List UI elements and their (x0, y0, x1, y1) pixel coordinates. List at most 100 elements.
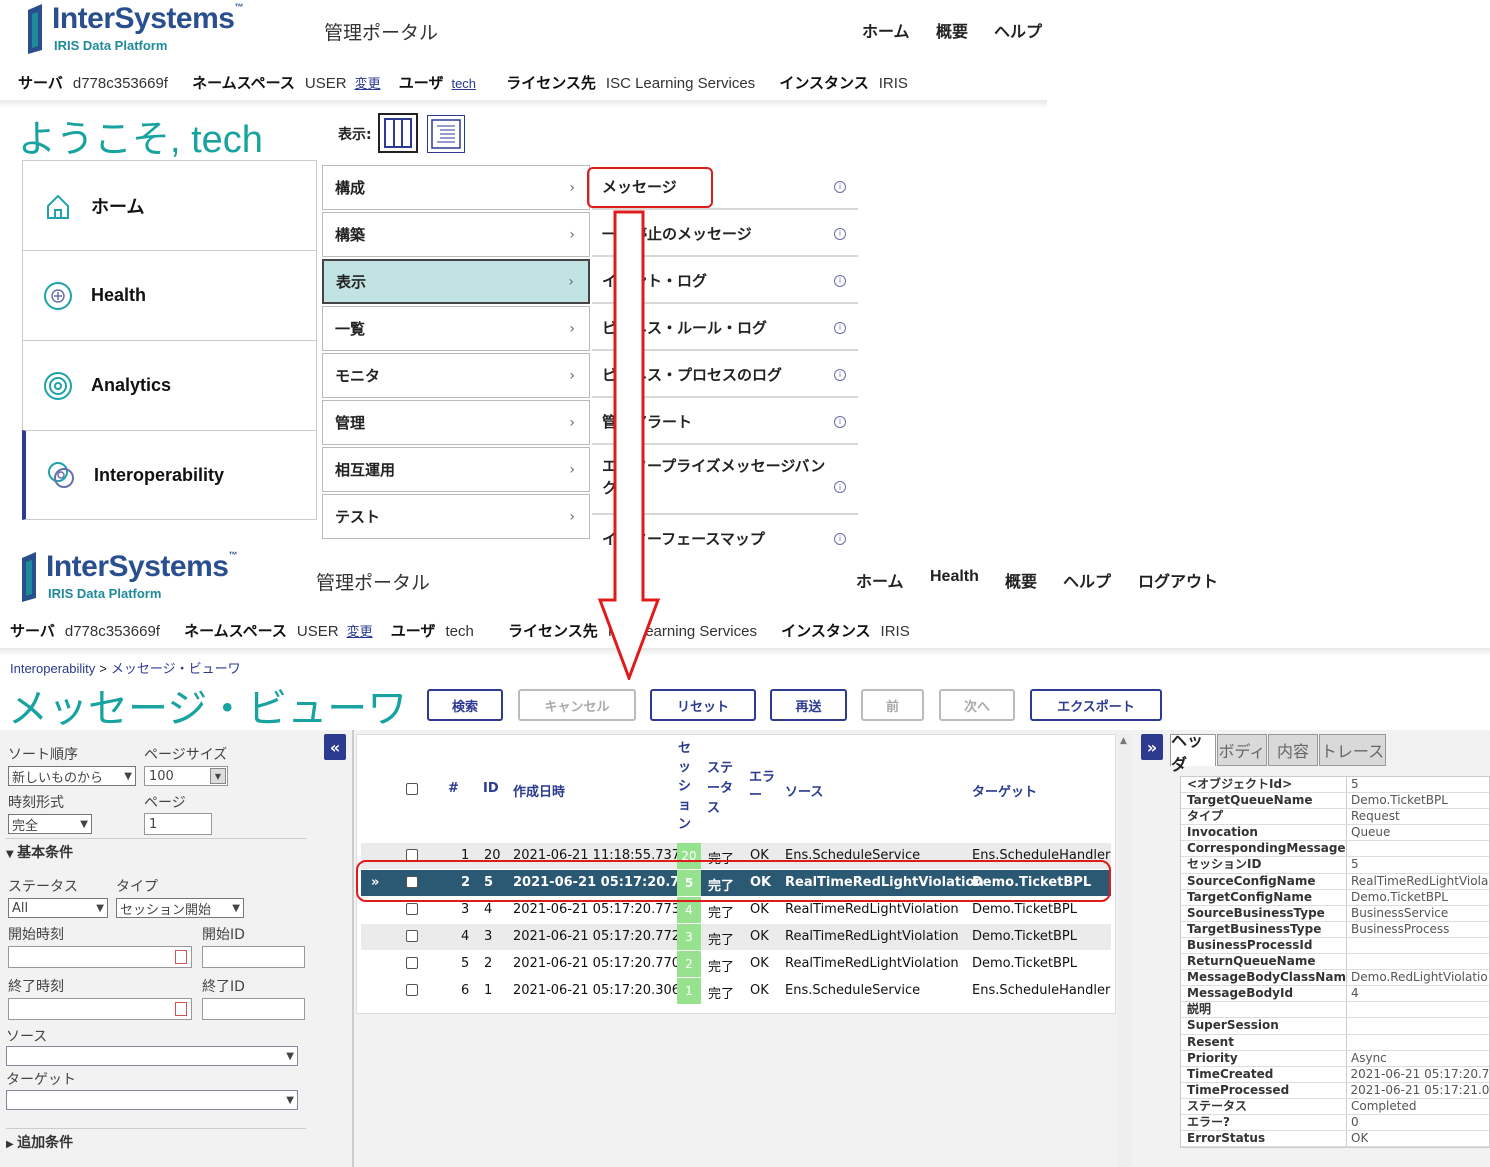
nav-overview[interactable]: 概要 (936, 18, 968, 42)
info-icon[interactable]: i (834, 532, 846, 545)
col-status[interactable]: ステータス (707, 759, 735, 819)
source-select[interactable]: ▼ (6, 1046, 298, 1066)
panel-splitter[interactable] (352, 730, 354, 1167)
basic-criteria-toggle[interactable]: ▼ 基本条件 (6, 842, 73, 862)
time-format-select[interactable]: 完全 ▼ (8, 814, 92, 834)
collapse-filter-button[interactable]: « (324, 734, 346, 760)
dropdown-arrow-icon[interactable]: ▼ (210, 768, 226, 784)
menu-interoperability[interactable]: Interoperability (22, 430, 317, 520)
cell-id: 1 (484, 983, 493, 998)
col-id[interactable]: ID (483, 781, 499, 796)
cell-session[interactable]: 2 (677, 951, 701, 977)
menu-home[interactable]: ホーム (22, 160, 317, 250)
submenu-interop[interactable]: 相互運用 › (322, 447, 590, 492)
tab-trace[interactable]: トレース (1319, 734, 1386, 766)
target-select[interactable]: ▼ (6, 1090, 298, 1110)
next-button[interactable]: 次へ (939, 689, 1015, 721)
reset-button[interactable]: リセット (650, 689, 756, 721)
breadcrumb-root[interactable]: Interoperability (10, 661, 95, 676)
page-input[interactable]: 1 (144, 813, 212, 835)
col-error[interactable]: エラー (749, 769, 777, 805)
menu-health[interactable]: Health (22, 250, 317, 340)
submenu-configure[interactable]: 構成 › (322, 165, 590, 210)
cancel-button[interactable]: キャンセル (518, 689, 636, 721)
intersystems-logo[interactable]: InterSystems™ IRIS Data Platform (16, 550, 256, 606)
nav-overview[interactable]: 概要 (1005, 568, 1037, 592)
view-label: 表示: (338, 127, 372, 143)
info-icon[interactable]: i (834, 274, 846, 287)
col-created[interactable]: 作成日時 (513, 781, 565, 800)
submenu-manage[interactable]: 管理 › (322, 400, 590, 445)
select-all-checkbox[interactable] (406, 783, 418, 795)
col-session[interactable]: セッション (678, 739, 692, 834)
status-select[interactable]: All ▼ (8, 898, 108, 918)
calendar-icon[interactable] (175, 1002, 187, 1016)
submenu-list[interactable]: 一覧 › (322, 306, 590, 351)
change-namespace-link[interactable]: 変更 (347, 624, 373, 639)
export-button[interactable]: エクスポート (1030, 689, 1162, 721)
col-num[interactable]: # (448, 781, 459, 796)
start-time-input[interactable] (8, 946, 192, 968)
menu-analytics-label: Analytics (91, 375, 172, 395)
cell-error: OK (750, 956, 769, 971)
nav-help[interactable]: ヘルプ (994, 18, 1042, 42)
submenu-view[interactable]: 表示 › (322, 259, 590, 304)
results-scrollbar[interactable]: ▲ (1118, 734, 1132, 1167)
cell-target: Demo.TicketBPL (972, 902, 1077, 917)
info-icon[interactable]: i (834, 415, 846, 428)
cell-session[interactable]: 1 (677, 978, 701, 1004)
info-icon[interactable]: i (834, 321, 846, 334)
cell-session[interactable]: 3 (677, 924, 701, 950)
nav-help[interactable]: ヘルプ (1063, 568, 1111, 592)
row-checkbox[interactable] (406, 930, 418, 942)
time-format-value: 完全 (12, 818, 39, 834)
extra-criteria-toggle[interactable]: ▶ 追加条件 (6, 1132, 73, 1152)
start-id-input[interactable] (202, 946, 305, 968)
type-select[interactable]: セッション開始 ▼ (116, 898, 244, 918)
info-icon[interactable]: i (834, 481, 846, 493)
nav-home[interactable]: ホーム (856, 568, 904, 592)
prev-button[interactable]: 前 (861, 689, 924, 721)
scroll-up-icon[interactable]: ▲ (1120, 736, 1127, 746)
row-checkbox[interactable] (406, 984, 418, 996)
intersystems-logo[interactable]: InterSystems™ IRIS Data Platform (22, 2, 262, 58)
page-size-input[interactable]: 100 ▼ (144, 766, 228, 786)
tab-header[interactable]: ヘッダ (1170, 731, 1216, 774)
cell-error: OK (750, 929, 769, 944)
submenu-build[interactable]: 構築 › (322, 212, 590, 257)
table-row[interactable]: 6 1 2021-06-21 05:17:20.306 1 完了 OK Ens.… (361, 978, 1111, 1004)
resend-button[interactable]: 再送 (770, 689, 847, 721)
search-button[interactable]: 検索 (427, 689, 503, 721)
tab-body[interactable]: ボディ (1217, 734, 1267, 766)
menu-analytics[interactable]: Analytics (22, 340, 317, 430)
submenu-test[interactable]: テスト › (322, 494, 590, 539)
list-view-button[interactable] (427, 115, 465, 153)
change-namespace-link[interactable]: 変更 (355, 76, 381, 91)
user-link[interactable]: tech (451, 76, 476, 91)
row-checkbox[interactable] (406, 903, 418, 915)
nav-home[interactable]: ホーム (862, 18, 910, 42)
tab-contents[interactable]: 内容 (1268, 734, 1318, 766)
detail-row: TargetQueueName Demo.TicketBPL (1181, 793, 1489, 810)
info-icon[interactable]: i (834, 227, 846, 240)
table-row[interactable]: 5 2 2021-06-21 05:17:20.770 2 完了 OK Real… (361, 951, 1111, 977)
nav-health[interactable]: Health (930, 568, 979, 586)
calendar-icon[interactable] (175, 950, 187, 964)
expand-detail-button[interactable]: » (1141, 734, 1163, 760)
portal-title: 管理ポータル (324, 23, 439, 44)
breadcrumb-current[interactable]: メッセージ・ビューワ (111, 661, 241, 676)
nav-logout[interactable]: ログアウト (1138, 568, 1218, 592)
table-row[interactable]: 4 3 2021-06-21 05:17:20.772 3 完了 OK Real… (361, 924, 1111, 950)
col-source[interactable]: ソース (785, 781, 823, 800)
col-target[interactable]: ターゲット (972, 781, 1037, 800)
info-icon[interactable]: i (834, 368, 846, 381)
info-icon[interactable]: i (834, 180, 846, 193)
logo-brand: InterSystems™ (46, 550, 237, 583)
row-checkbox[interactable] (406, 957, 418, 969)
detail-value: BusinessProcess (1351, 921, 1450, 936)
end-time-input[interactable] (8, 998, 192, 1020)
sort-select[interactable]: 新しいものから ▼ (8, 766, 136, 786)
column-view-button[interactable] (378, 113, 418, 153)
submenu-monitor[interactable]: モニタ › (322, 353, 590, 398)
end-id-input[interactable] (202, 998, 305, 1020)
